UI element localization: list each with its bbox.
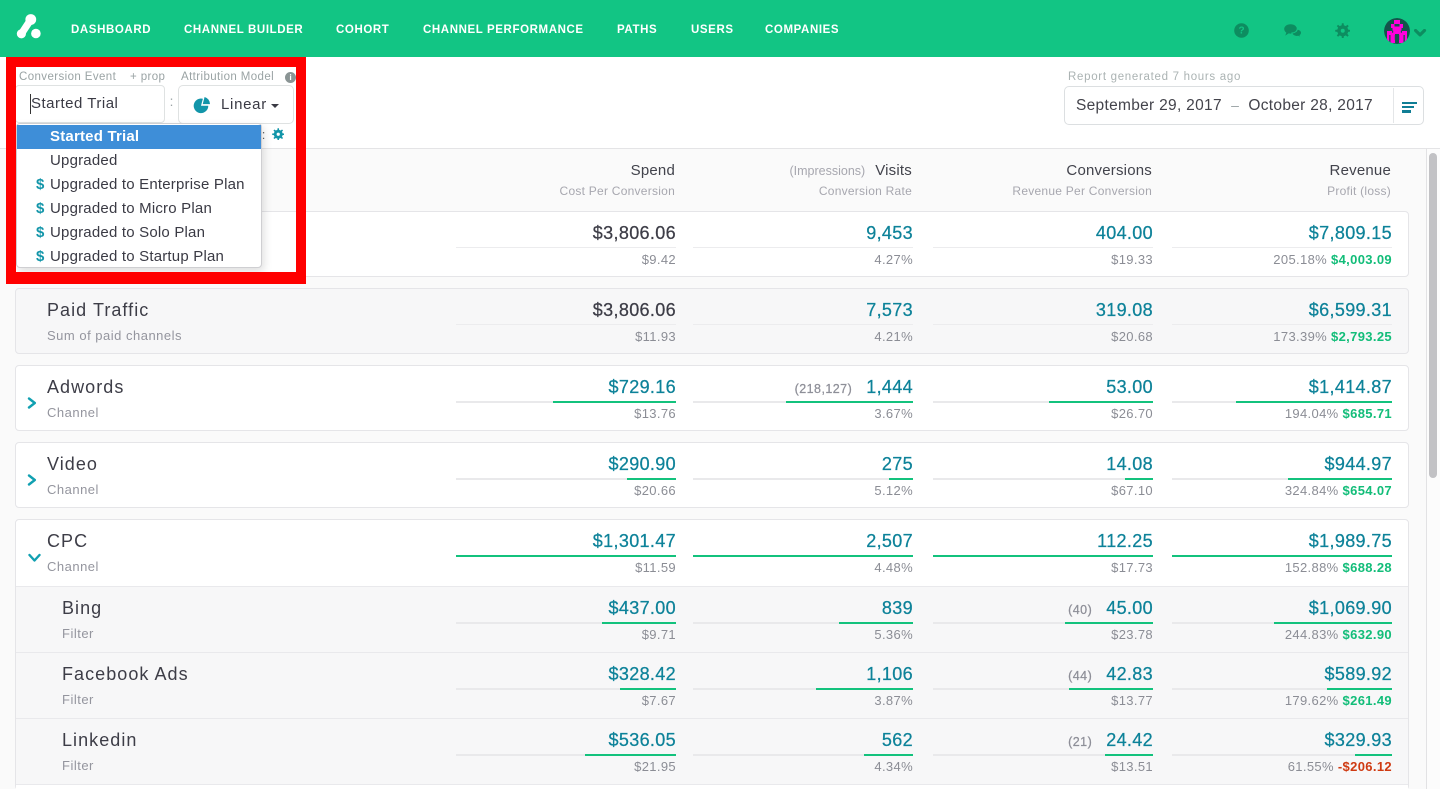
svg-text:?: ? (1239, 26, 1245, 37)
